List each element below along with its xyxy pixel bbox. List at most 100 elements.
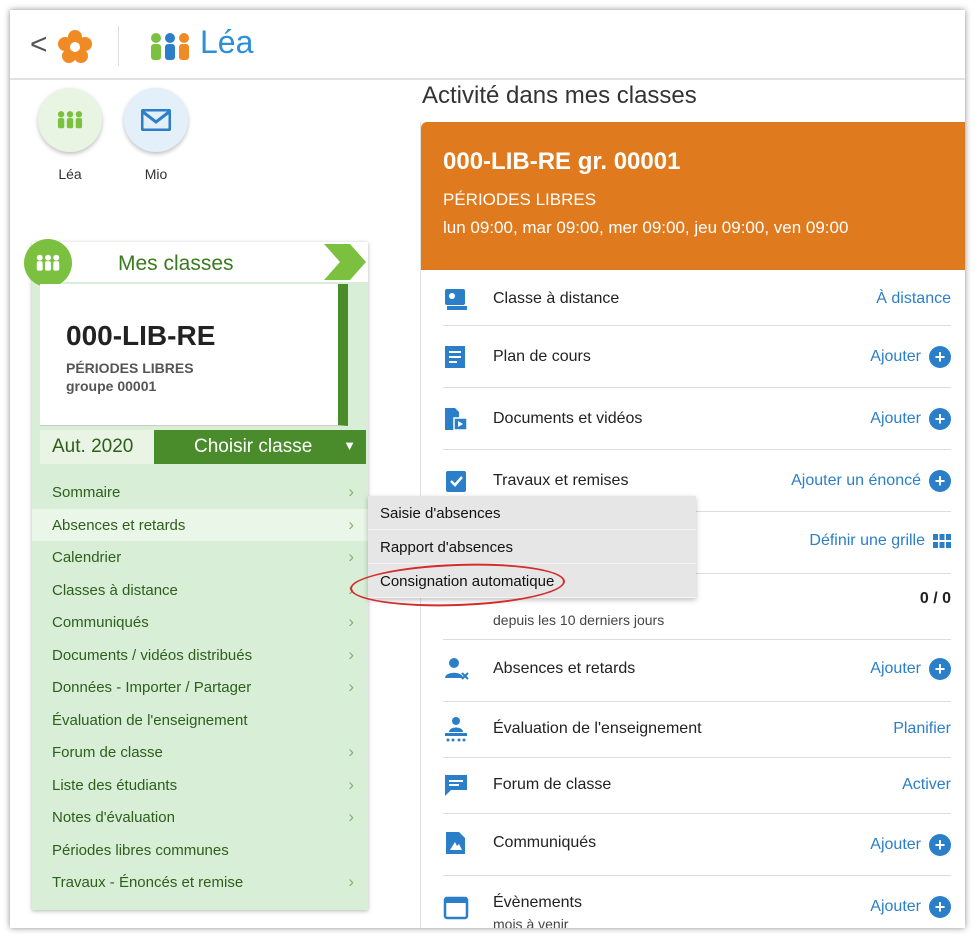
row-action-label: Planifier xyxy=(893,720,951,737)
menu-item-etudiants[interactable]: Liste des étudiants › xyxy=(32,769,368,802)
plus-icon: + xyxy=(929,658,951,680)
row-label: Plan de cours xyxy=(493,348,591,365)
menu-item-travaux[interactable]: Travaux - Énoncés et remise › xyxy=(32,866,368,899)
forum-chat-icon xyxy=(445,775,467,796)
row-label: Évènements xyxy=(493,894,582,911)
row-action-label: Activer xyxy=(902,776,951,793)
submenu-item-saisie[interactable]: Saisie d'absences xyxy=(368,496,696,530)
row-action-ajouter[interactable]: Ajouter + xyxy=(870,346,951,368)
row-action-label: Ajouter xyxy=(870,660,921,677)
syllabus-icon xyxy=(445,346,465,368)
chevron-right-icon: › xyxy=(348,547,354,566)
class-name: PÉRIODES LIBRES xyxy=(66,360,194,376)
class-group: groupe 00001 xyxy=(66,378,157,394)
menu-item-periodes[interactable]: Périodes libres communes xyxy=(32,834,368,867)
row-forum[interactable]: Forum de classe Activer xyxy=(443,758,951,814)
mail-icon xyxy=(141,109,171,131)
row-action-ajouter[interactable]: Ajouter + xyxy=(870,658,951,680)
banner-periods: PÉRIODES LIBRES xyxy=(443,190,597,209)
chevron-right-icon: › xyxy=(348,774,354,794)
top-bar: < Léa xyxy=(10,10,965,80)
back-button[interactable]: < xyxy=(30,30,48,60)
row-sublabel: depuis les 10 derniers jours xyxy=(493,612,665,628)
shortcut-mio-circle[interactable] xyxy=(124,88,188,152)
plus-icon: + xyxy=(929,834,951,856)
shortcut-mio[interactable]: Mio xyxy=(122,88,190,182)
app-title: Léa xyxy=(200,24,254,60)
plus-icon: + xyxy=(929,470,951,492)
row-action-ajouter[interactable]: Ajouter + xyxy=(870,408,951,430)
submenu-item-rapport[interactable]: Rapport d'absences xyxy=(368,530,696,564)
menu-item-label: Documents / vidéos distribués xyxy=(52,646,253,664)
row-action-ajouter[interactable]: Ajouter + xyxy=(870,896,951,918)
menu-item-label: Évaluation de l'enseignement xyxy=(52,711,248,729)
menu-item-sommaire[interactable]: Sommaire › xyxy=(32,476,368,509)
calendar-icon xyxy=(443,896,469,920)
classes-title: Mes classes xyxy=(118,252,234,275)
row-action-activer[interactable]: Activer xyxy=(902,776,951,794)
menu-item-forum[interactable]: Forum de classe › xyxy=(32,736,368,769)
row-communiques[interactable]: Communiqués Ajouter + xyxy=(443,814,951,876)
menu-item-notes[interactable]: Notes d'évaluation › xyxy=(32,801,368,834)
row-count: 0 / 0 xyxy=(919,590,951,607)
menu-item-label: Classes à distance xyxy=(52,581,178,599)
menu-item-classes-distance[interactable]: Classes à distance › xyxy=(32,574,368,607)
menu-item-communiques[interactable]: Communiqués › xyxy=(32,606,368,639)
row-evenements[interactable]: Évènements mois à venir Ajouter + xyxy=(443,876,951,928)
grid-icon xyxy=(933,534,951,548)
row-label: Évaluation de l'enseignement xyxy=(493,720,702,737)
menu-item-label: Liste des étudiants xyxy=(52,776,178,794)
chevron-right-icon: › xyxy=(348,482,354,501)
section-title: Activité dans mes classes xyxy=(422,82,697,109)
people-icon xyxy=(151,33,189,60)
menu-item-evaluation[interactable]: Évaluation de l'enseignement xyxy=(32,704,368,737)
menu-item-label: Notes d'évaluation xyxy=(52,809,175,826)
class-banner[interactable]: 000-LIB-RE gr. 00001 PÉRIODES LIBRES lun… xyxy=(421,122,965,270)
menu-item-label: Travaux - Énoncés et remise xyxy=(52,874,244,891)
row-label: Documents et vidéos xyxy=(493,410,643,427)
row-evaluation-enseignement[interactable]: Évaluation de l'enseignement Planifier xyxy=(443,702,951,758)
choose-class-button[interactable]: Choisir classe ▼ xyxy=(154,430,366,464)
row-label: Forum de classe xyxy=(493,776,612,793)
menu-item-label: Calendrier xyxy=(52,549,122,566)
shortcut-lea-circle[interactable] xyxy=(38,88,102,152)
choose-class-label: Choisir classe xyxy=(194,436,313,457)
menu-item-absences[interactable]: Absences et retards › xyxy=(32,508,368,541)
row-action-label: Ajouter xyxy=(870,898,921,915)
chevron-right-icon: › xyxy=(348,742,354,761)
people-icon xyxy=(57,111,83,129)
chevron-right-icon: › xyxy=(348,872,354,891)
row-action-ajouter[interactable]: Ajouter + xyxy=(870,834,951,856)
menu-item-label: Forum de classe xyxy=(52,744,163,761)
chevron-right-icon[interactable] xyxy=(320,242,368,282)
shortcut-lea[interactable]: Léa xyxy=(36,88,104,182)
term-label: Aut. 2020 xyxy=(40,430,154,464)
class-card[interactable]: 000-LIB-RE PÉRIODES LIBRES groupe 00001 xyxy=(40,284,348,426)
row-classe-distance[interactable]: Classe à distance À distance xyxy=(443,272,951,326)
remote-class-icon xyxy=(445,289,467,310)
flower-logo-icon[interactable] xyxy=(58,30,92,64)
chevron-right-icon: › xyxy=(348,644,354,664)
chevron-right-icon: › xyxy=(348,514,354,534)
row-action-label: Ajouter un énoncé xyxy=(791,472,921,489)
row-documents-videos[interactable]: Documents et vidéos Ajouter + xyxy=(443,388,951,450)
menu-item-label: Données - Importer / Partager xyxy=(52,679,252,696)
menu-item-documents[interactable]: Documents / vidéos distribués › xyxy=(32,639,368,672)
term-bar: Aut. 2020 Choisir classe ▼ xyxy=(40,430,366,464)
row-label: Classe à distance xyxy=(493,290,620,307)
menu-item-calendrier[interactable]: Calendrier › xyxy=(32,541,368,574)
row-action-ajouter-enonce[interactable]: Ajouter un énoncé + xyxy=(791,470,951,492)
classes-badge xyxy=(24,239,72,287)
row-action-a-distance[interactable]: À distance xyxy=(876,290,951,308)
class-code: 000-LIB-RE xyxy=(66,320,216,351)
row-action-label: À distance xyxy=(876,290,951,307)
row-action-planifier[interactable]: Planifier xyxy=(893,720,951,738)
row-action-definir-grille[interactable]: Définir une grille xyxy=(809,532,951,550)
row-plan-de-cours[interactable]: Plan de cours Ajouter + xyxy=(443,326,951,388)
row-sublabel: mois à venir xyxy=(493,916,569,928)
menu-item-donnees[interactable]: Données - Importer / Partager › xyxy=(32,671,368,704)
app-window: < Léa Léa Mio Mes classes 000-LIB-RE PÉR… xyxy=(10,10,965,928)
menu-item-label: Sommaire xyxy=(52,484,121,501)
row-absences-retards[interactable]: Absences et retards Ajouter + xyxy=(443,640,951,702)
shortcut-label: Léa xyxy=(58,166,82,182)
